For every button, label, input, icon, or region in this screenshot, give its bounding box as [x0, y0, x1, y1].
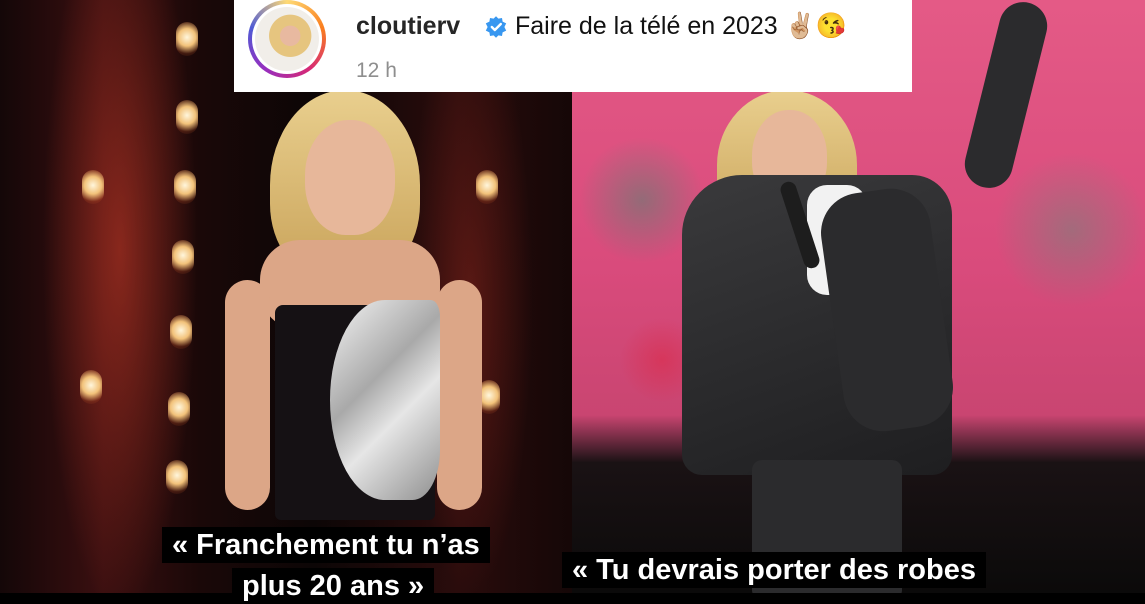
stage-light — [174, 170, 196, 204]
overlay-caption-left-line1: « Franchement tu n’as — [162, 527, 490, 563]
story-ring[interactable] — [248, 0, 326, 78]
stage-light — [170, 315, 192, 349]
overlay-caption-left-line2: plus 20 ans » — [232, 568, 435, 604]
stage-light — [168, 392, 190, 426]
host-figure — [225, 90, 485, 520]
stage-light — [172, 240, 194, 274]
avatar-photo — [255, 7, 319, 71]
post-caption: Faire de la télé en 2023 ✌🏼😘 — [515, 12, 847, 40]
stage-light — [82, 170, 104, 204]
left-arm — [225, 280, 270, 510]
post-timestamp[interactable]: 12 h — [356, 59, 397, 83]
avatar[interactable] — [252, 4, 322, 74]
face — [305, 120, 395, 235]
stage-light — [176, 100, 198, 134]
stage-light — [176, 22, 198, 56]
verified-badge-icon — [485, 16, 507, 38]
stage-light — [80, 370, 102, 404]
raised-arm — [959, 0, 1053, 193]
overlay-caption-right-line1: « Tu devrais porter des robes — [562, 552, 986, 588]
sequin-panel — [330, 300, 440, 500]
stage-light — [166, 460, 188, 494]
post-header: cloutierv Faire de la télé en 2023 ✌🏼😘 1… — [234, 0, 912, 92]
username-link[interactable]: cloutierv — [356, 12, 460, 41]
right-arm — [437, 280, 482, 510]
